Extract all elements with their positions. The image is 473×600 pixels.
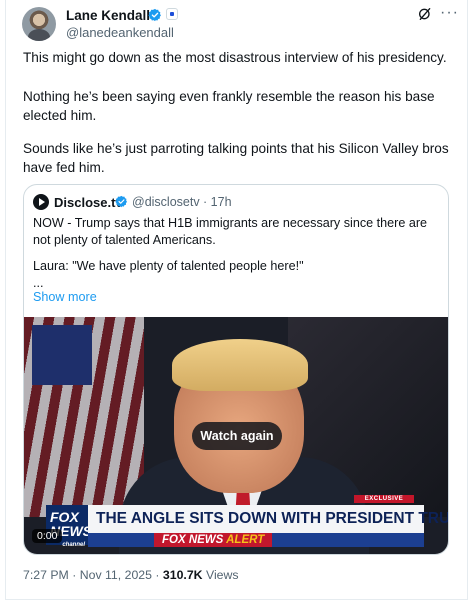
video-player[interactable]: Watch again EXCLUSIVE FOX NEWS channel T… [24,317,448,554]
verified-badge-icon [115,195,128,208]
video-timestamp: 0:00 [32,529,63,543]
video-background-flag-canton [32,325,92,385]
more-icon[interactable]: ··· [440,5,459,21]
avatar[interactable] [22,7,56,41]
author-name[interactable]: Lane Kendall [66,8,150,23]
quoted-avatar[interactable] [33,194,49,210]
video-subject-hair [172,339,308,391]
views-label: Views [202,568,239,582]
tweet-footer: 7:27 PM · Nov 11, 2025 · 310.7K Views [23,568,239,582]
show-more-link[interactable]: Show more [33,290,97,304]
verified-badge-icon [148,8,161,22]
tweet-paragraph-2: Nothing he’s been saying even frankly re… [23,89,435,123]
quoted-handle-time: @disclosetv · 17h [132,195,232,209]
tweet-datetime[interactable]: 7:27 PM · Nov 11, 2025 · [23,568,163,582]
tweet-paragraph-1: This might go down as the most disastrou… [23,50,447,65]
tweet-card: Lane Kendall @lanedeankendall ··· This m… [5,0,468,600]
news-alert: FOX NEWS ALERT [154,533,273,547]
author-handle[interactable]: @lanedeankendall [66,25,174,40]
quoted-tweet[interactable]: Disclose.tv @disclosetv · 17h NOW - Trum… [23,184,449,555]
quoted-text-quote: Laura: "We have plenty of talented peopl… [33,259,304,273]
quoted-text: NOW - Trump says that H1B immigrants are… [33,216,428,247]
exclusive-tag: EXCLUSIVE [354,495,414,503]
views-count: 310.7K [162,568,203,582]
news-headline: THE ANGLE SITS DOWN WITH PRESIDENT TRUMP [88,505,448,533]
tweet-paragraph-3: Sounds like he’s just parroting talking … [23,141,449,175]
news-alert-prefix: FOX NEWS [162,534,224,546]
grok-icon[interactable] [417,6,433,22]
affiliation-badge-icon [166,8,178,20]
quoted-author-name[interactable]: Disclose.tv [54,195,123,210]
watch-again-button[interactable]: Watch again [192,422,282,450]
news-alert-word: ALERT [226,534,265,546]
news-lower-third: FOX NEWS channel THE ANGLE SITS DOWN WIT… [24,505,448,554]
fox-logo-top: FOX [50,509,79,525]
